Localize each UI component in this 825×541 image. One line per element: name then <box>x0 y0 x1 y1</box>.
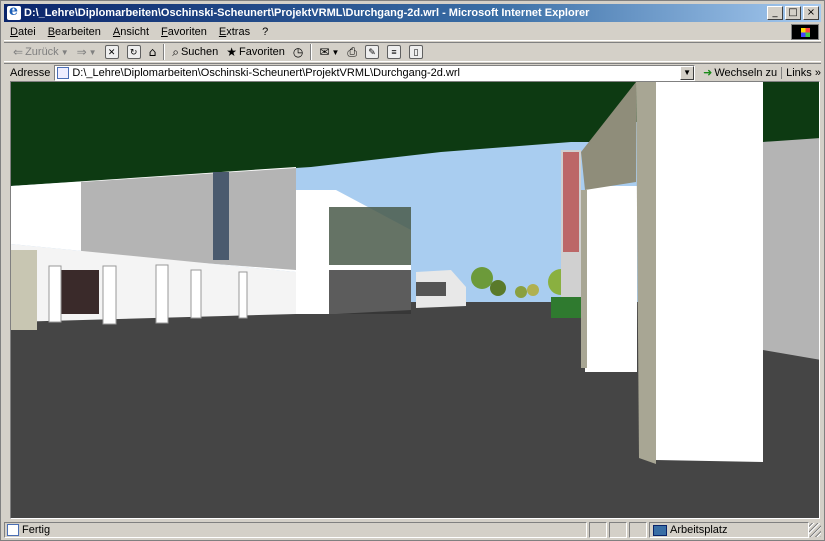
windows-logo-icon <box>791 24 819 40</box>
refresh-icon: ↻ <box>126 45 141 59</box>
stop-icon: ✕ <box>104 45 119 59</box>
search-icon: ⌕ <box>172 44 179 59</box>
vrml-viewport[interactable] <box>10 81 820 519</box>
history-button[interactable]: ◷ <box>290 43 306 61</box>
tree <box>471 267 493 289</box>
menu-help[interactable]: ? <box>256 26 274 38</box>
menu-bar: Datei Bearbeiten Ansicht Favoriten Extra… <box>4 23 821 41</box>
discuss-icon: ≡ <box>386 45 401 59</box>
forward-button[interactable]: ⇒ ▼ <box>74 43 100 61</box>
menu-bearbeiten[interactable]: Bearbeiten <box>42 26 107 38</box>
right-wall-edge <box>581 190 587 368</box>
arcade-column-3 <box>102 265 117 325</box>
history-icon: ◷ <box>292 45 304 59</box>
ie-app-icon[interactable] <box>7 3 21 20</box>
mail-button[interactable]: ✉ ▼ <box>316 43 342 61</box>
page-icon <box>57 66 70 79</box>
back-dropdown-icon[interactable]: ▼ <box>61 48 69 57</box>
arcade-column-5 <box>190 269 202 319</box>
stop-button[interactable]: ✕ <box>102 43 122 61</box>
favorites-label: Favoriten <box>239 46 285 58</box>
arcade-column-6 <box>238 271 248 319</box>
building-windows <box>329 207 411 265</box>
search-label: Suchen <box>180 46 219 58</box>
go-label: Wechseln zu <box>714 66 778 79</box>
links-chevron-icon: » <box>814 66 821 79</box>
back-arrow-icon: ⇐ <box>13 45 24 59</box>
browser-window: D:\_Lehre\Diplomarbeiten\Oschinski-Scheu… <box>0 0 825 541</box>
status-cell-secure <box>609 522 627 538</box>
zone-label: Arbeitsplatz <box>670 524 728 536</box>
home-icon: ⌂ <box>148 45 157 59</box>
foreground-column-side <box>636 82 656 464</box>
edit-icon: ✎ <box>364 45 379 59</box>
tree <box>527 284 539 296</box>
messenger-icon: ▯ <box>408 45 423 59</box>
back-label: Zurück <box>25 46 59 58</box>
far-right-building <box>763 138 819 360</box>
arcade-entrance <box>59 270 99 314</box>
go-button[interactable]: ➜ Wechseln zu <box>695 66 781 80</box>
tall-building-stripes <box>563 152 579 252</box>
tree <box>490 280 506 296</box>
tree <box>515 286 527 298</box>
back-button[interactable]: ⇐ Zurück ▼ <box>10 43 72 61</box>
status-text: Fertig <box>22 524 51 536</box>
forward-dropdown-icon[interactable]: ▼ <box>89 48 97 57</box>
status-main: Fertig <box>4 522 587 538</box>
distant-windows <box>416 282 446 296</box>
print-icon: ⎙ <box>347 44 357 59</box>
menu-ansicht[interactable]: Ansicht <box>107 26 155 38</box>
menu-favoriten[interactable]: Favoriten <box>155 26 213 38</box>
links-button[interactable]: Links » <box>781 66 821 79</box>
menu-extras[interactable]: Extras <box>213 26 256 38</box>
status-bar: Fertig Arbeitsplatz <box>4 521 821 539</box>
favorites-icon: ★ <box>226 45 238 59</box>
mail-icon: ✉ <box>319 45 330 59</box>
page-status-icon <box>7 524 19 536</box>
go-arrow-icon: ➜ <box>703 67 713 79</box>
caption-buttons: _ □ × <box>767 6 819 20</box>
links-label: Links <box>786 66 812 79</box>
print-button[interactable]: ⎙ <box>344 43 360 61</box>
arcade-column-4 <box>155 264 169 324</box>
my-computer-icon <box>653 524 667 536</box>
discuss-button[interactable]: ≡ <box>384 43 404 61</box>
address-label: Adresse <box>10 66 51 79</box>
standard-toolbar: ⇐ Zurück ▼ ⇒ ▼ ✕ ↻ ⌂ ⌕ Suchen ★ Favorite… <box>4 42 821 62</box>
address-value: D:\_Lehre\Diplomarbeiten\Oschinski-Scheu… <box>72 66 460 79</box>
toolbar-separator <box>163 44 166 60</box>
arcade-column-1 <box>11 250 37 330</box>
status-cell-progress <box>589 522 607 538</box>
status-cell-privacy <box>629 522 647 538</box>
close-button[interactable]: × <box>803 6 819 20</box>
edit-button[interactable]: ✎ <box>362 43 382 61</box>
foreground-column <box>656 82 763 462</box>
menu-datei[interactable]: Datei <box>4 26 42 38</box>
vrml-scene[interactable] <box>11 82 820 519</box>
forward-arrow-icon: ⇒ <box>76 45 87 59</box>
home-button[interactable]: ⌂ <box>146 43 160 61</box>
search-button[interactable]: ⌕ Suchen <box>169 43 221 61</box>
messenger-button[interactable]: ▯ <box>406 43 426 61</box>
favorites-button[interactable]: ★ Favoriten <box>223 43 288 61</box>
refresh-button[interactable]: ↻ <box>124 43 144 61</box>
mail-dropdown-icon[interactable]: ▼ <box>331 48 339 57</box>
title-bar[interactable]: D:\_Lehre\Diplomarbeiten\Oschinski-Scheu… <box>4 3 821 22</box>
resize-grip-icon[interactable] <box>809 523 821 537</box>
building-ground-floor <box>329 270 411 314</box>
security-zone[interactable]: Arbeitsplatz <box>649 522 809 538</box>
address-dropdown-icon[interactable]: ▼ <box>680 65 695 80</box>
maximize-button[interactable]: □ <box>785 6 801 20</box>
address-bar: Adresse D:\_Lehre\Diplomarbeiten\Oschins… <box>4 63 821 81</box>
right-wall <box>585 186 637 372</box>
minimize-button[interactable]: _ <box>767 6 783 20</box>
arcade-column-2 <box>48 265 62 323</box>
toolbar-separator <box>310 44 313 60</box>
left-wall-window <box>213 172 229 260</box>
window-title: D:\_Lehre\Diplomarbeiten\Oschinski-Scheu… <box>24 7 590 19</box>
address-input[interactable]: D:\_Lehre\Diplomarbeiten\Oschinski-Scheu… <box>54 64 696 81</box>
